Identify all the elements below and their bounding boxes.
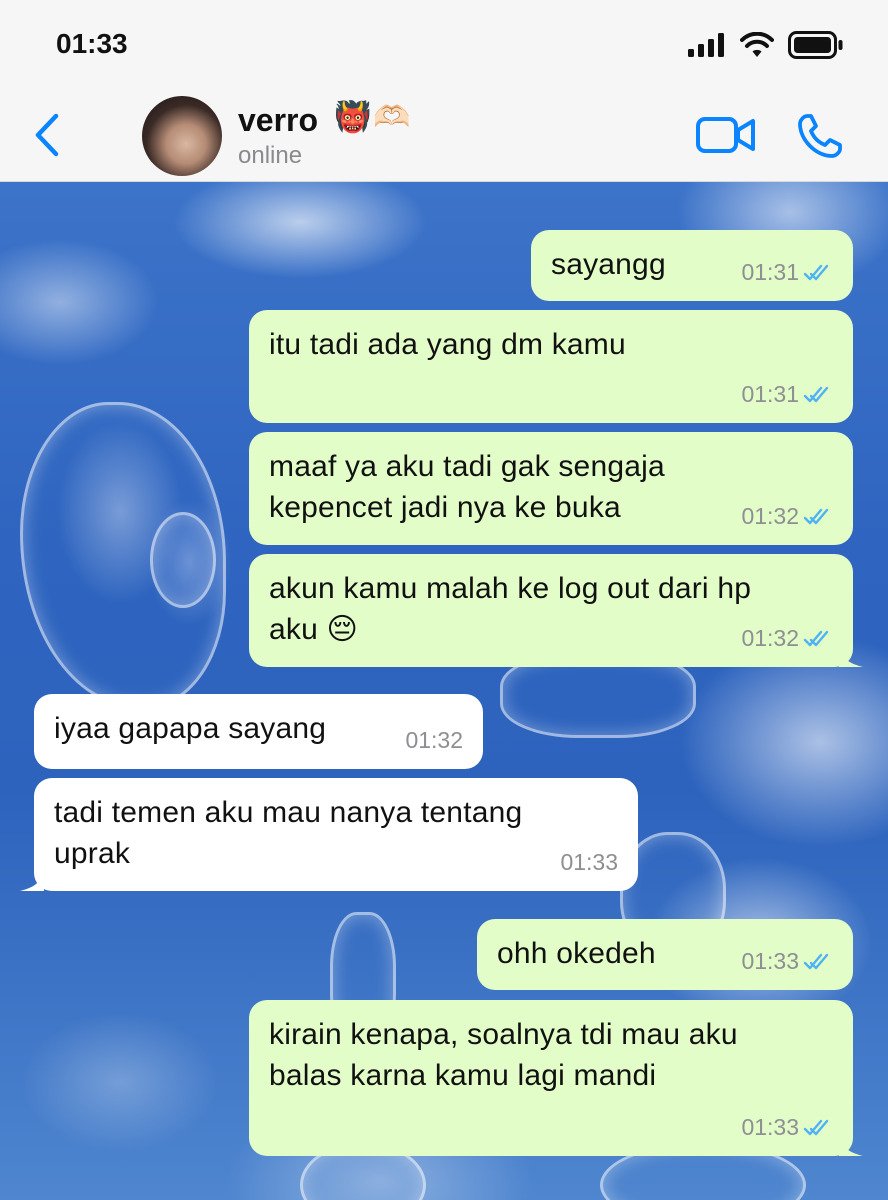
read-receipt-icon [803, 1119, 829, 1135]
wallpaper-bubble [150, 512, 216, 608]
outgoing-message[interactable]: kirain kenapa, soalnya tdi mau aku balas… [249, 1000, 863, 1156]
message-meta: 01:33 [741, 941, 837, 982]
message-time: 01:31 [741, 259, 799, 285]
outgoing-message[interactable]: akun kamu malah ke log out dari hp aku 😔… [249, 554, 863, 667]
contact-status: online [238, 142, 303, 169]
message-time: 01:33 [741, 1114, 799, 1140]
video-call-icon[interactable] [696, 114, 756, 156]
message-text: iyaa gapapa sayang [54, 712, 327, 745]
bubble-tail [839, 645, 863, 667]
message-time: 01:32 [741, 625, 799, 651]
read-receipt-icon [803, 264, 829, 280]
message-text: tadi temen aku mau nanya tentang uprak [54, 796, 523, 870]
message-time: 01:33 [741, 948, 799, 974]
signal-icon [688, 33, 724, 57]
message-time: 01:32 [405, 727, 463, 753]
chat-area[interactable]: sayangg 01:31 itu tadi ada yang dm kamu … [0, 182, 888, 1200]
battery-icon [788, 31, 843, 59]
wifi-icon [740, 32, 774, 57]
message-time: 01:31 [741, 381, 799, 407]
message-time: 01:32 [741, 503, 799, 529]
message-meta: 01:32 [741, 618, 837, 659]
phone-call-icon[interactable] [796, 112, 844, 160]
read-receipt-icon [803, 953, 829, 969]
bubble-tail [20, 869, 44, 891]
message-meta: 01:33 [741, 1107, 837, 1148]
chat-header: verro 👹 🫶🏻 online [0, 92, 888, 182]
bubble-tail [839, 1134, 863, 1156]
contact-avatar[interactable] [142, 96, 222, 176]
status-bar: 01:33 [0, 0, 888, 92]
message-text: kirain kenapa, soalnya tdi mau aku balas… [269, 1018, 738, 1092]
read-receipt-icon [803, 630, 829, 646]
contact-name[interactable]: verro [238, 102, 318, 139]
message-meta: 01:32 [405, 720, 463, 761]
status-time: 01:33 [56, 28, 128, 59]
message-time: 01:33 [560, 849, 618, 875]
incoming-message[interactable]: iyaa gapapa sayang 01:32 [34, 694, 483, 769]
outgoing-message[interactable]: itu tadi ada yang dm kamu 01:31 [249, 310, 853, 423]
contact-name-emoji: 👹 🫶🏻 [334, 100, 411, 135]
read-receipt-icon [803, 508, 829, 524]
message-text: itu tadi ada yang dm kamu [269, 328, 626, 361]
outgoing-message[interactable]: ohh okedeh 01:33 [477, 919, 853, 990]
message-meta: 01:31 [741, 374, 837, 415]
message-meta: 01:32 [741, 496, 837, 537]
read-receipt-icon [803, 386, 829, 402]
message-meta: 01:33 [560, 842, 618, 883]
status-icons [688, 30, 844, 60]
outgoing-message[interactable]: sayangg 01:31 [531, 230, 853, 301]
back-chevron-icon[interactable] [32, 112, 62, 158]
message-meta: 01:31 [741, 252, 837, 293]
incoming-message[interactable]: tadi temen aku mau nanya tentang uprak 0… [20, 778, 638, 891]
ogre-emoji: 👹 [334, 101, 372, 134]
heart-hands-emoji: 🫶🏻 [373, 101, 411, 134]
outgoing-message[interactable]: maaf ya aku tadi gak sengaja kepencet ja… [249, 432, 853, 545]
